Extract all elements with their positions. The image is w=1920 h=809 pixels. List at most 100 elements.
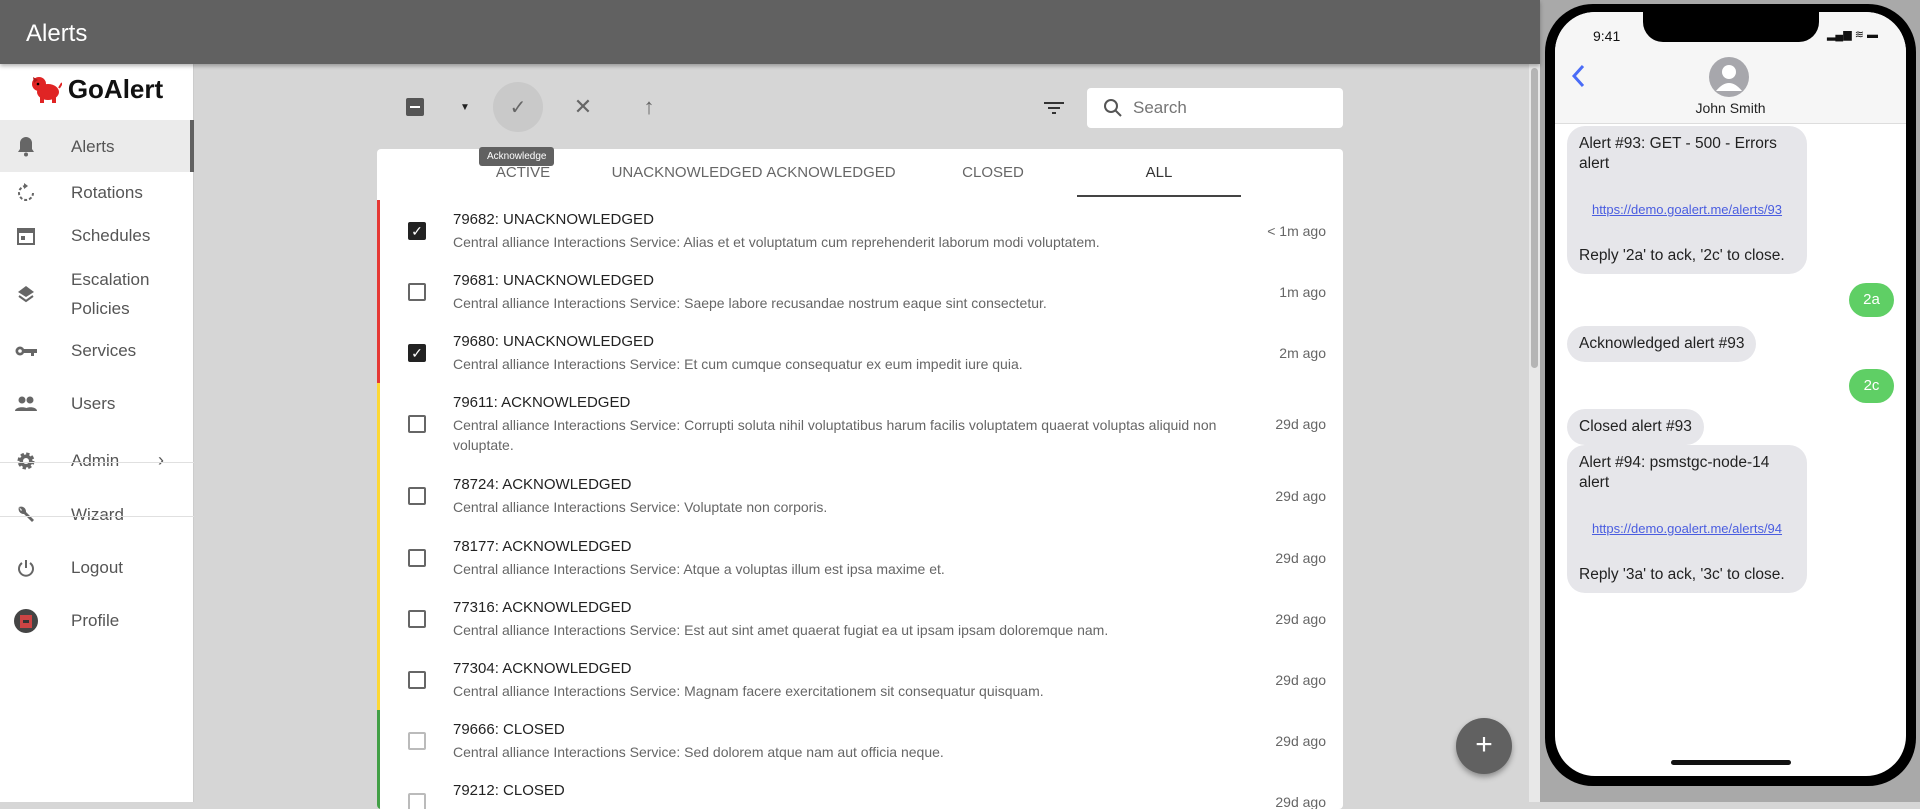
sidebar-item-schedules[interactable]: Schedules: [0, 214, 194, 257]
sidebar-item-label: Wizard: [71, 500, 124, 529]
alert-checkbox[interactable]: [408, 283, 426, 301]
alert-row[interactable]: 78724: ACKNOWLEDGEDCentral alliance Inte…: [377, 465, 1343, 527]
status-icons: ▂▄▆ ≋ ▬: [1827, 28, 1878, 41]
select-dropdown-caret-icon[interactable]: ▼: [454, 96, 476, 118]
rotate-icon: [14, 181, 38, 205]
power-icon: [14, 556, 38, 580]
search-field[interactable]: [1087, 88, 1343, 128]
phone-frame: John Smith 9:41 ▂▄▆ ≋ ▬ Alert #93: GET -…: [1545, 4, 1916, 786]
sidebar-item-profile[interactable]: Profile: [0, 599, 194, 642]
sidebar-item-services[interactable]: Services: [0, 329, 194, 372]
alert-time: 29d ago: [1275, 733, 1326, 749]
alert-link[interactable]: https://demo.goalert.me/alerts/93: [1579, 200, 1795, 220]
phone-screen: John Smith 9:41 ▂▄▆ ≋ ▬ Alert #93: GET -…: [1555, 12, 1906, 776]
acknowledge-button[interactable]: ✓: [493, 82, 543, 132]
chevron-right-icon: ›: [158, 450, 164, 471]
alert-checkbox[interactable]: [408, 487, 426, 505]
contact-avatar-icon: [1709, 57, 1749, 97]
alert-row[interactable]: 77304: ACKNOWLEDGEDCentral alliance Inte…: [377, 649, 1343, 710]
status-bar: [377, 649, 380, 710]
status-bar: [377, 261, 380, 322]
sent-message: 2c: [1849, 369, 1894, 403]
alert-title: 79666: CLOSED: [453, 721, 565, 738]
close-alerts-button[interactable]: ✕: [563, 92, 603, 122]
phone-notch: [1643, 12, 1819, 42]
alert-title: 79680: UNACKNOWLEDGED: [453, 333, 654, 350]
tab-acknowledged[interactable]: ACKNOWLEDGED: [749, 149, 913, 197]
alert-title: 79611: ACKNOWLEDGED: [453, 394, 630, 411]
tab-closed[interactable]: CLOSED: [911, 149, 1075, 197]
alert-time: 2m ago: [1279, 345, 1326, 361]
goalert-dog-logo-icon: [30, 74, 62, 104]
alert-checkbox[interactable]: [408, 549, 426, 567]
create-alert-button[interactable]: +: [1456, 718, 1512, 774]
alert-checkbox[interactable]: [408, 415, 426, 433]
sidebar-item-admin[interactable]: Admin ›: [0, 439, 194, 482]
tab-unacknowledged[interactable]: UNACKNOWLEDGED: [605, 149, 769, 197]
sidebar-item-escalation-policies[interactable]: Escalation Policies: [0, 259, 194, 329]
alert-checkbox[interactable]: ✓: [408, 222, 426, 240]
avatar-icon: [14, 609, 38, 633]
sidebar-item-label: Profile: [71, 606, 119, 635]
alert-row[interactable]: ✓79682: UNACKNOWLEDGEDCentral alliance I…: [377, 200, 1343, 261]
sidebar-item-alerts[interactable]: Alerts: [0, 120, 194, 172]
scrollbar[interactable]: [1529, 64, 1540, 802]
alert-checkbox[interactable]: [408, 793, 426, 809]
sidebar: GoAlert AlertsRotations Schedules Escalati…: [0, 64, 194, 802]
alert-description: Central alliance Interactions Service: V…: [453, 497, 1253, 517]
alert-checkbox[interactable]: [408, 671, 426, 689]
alert-checkbox[interactable]: [408, 732, 426, 750]
alert-description: Central alliance Interactions Service: E…: [453, 354, 1253, 374]
escalate-button[interactable]: ↑: [629, 92, 669, 122]
alert-description: Central alliance Interactions Service: A…: [453, 559, 1253, 579]
sidebar-item-logout[interactable]: Logout: [0, 546, 194, 589]
alert-description: Central alliance Interactions Service: E…: [453, 620, 1253, 640]
alert-checkbox[interactable]: [408, 610, 426, 628]
wrench-icon: [14, 503, 38, 527]
sidebar-item-rotations[interactable]: Rotations: [0, 171, 194, 214]
alert-row[interactable]: 77316: ACKNOWLEDGED Central alliance Inte…: [377, 588, 1343, 649]
alert-link[interactable]: https://demo.goalert.me/alerts/94: [1579, 519, 1795, 539]
message-bubble: Closed alert #93: [1567, 409, 1704, 445]
alert-row[interactable]: 79611: ACKNOWLEDGED Central alliance Inte…: [377, 383, 1343, 465]
status-bar: [377, 322, 380, 383]
tab-all[interactable]: ALL: [1077, 149, 1241, 197]
message-text: Alert #94: psmstgc-node-14 alert: [1579, 453, 1795, 493]
filter-icon[interactable]: [1040, 94, 1068, 122]
back-chevron-icon[interactable]: [1571, 64, 1585, 88]
alert-checkbox[interactable]: ✓: [408, 344, 426, 362]
message-reply-hint: Reply '3a' to ack, '3c' to close.: [1579, 565, 1795, 585]
status-bar: [377, 710, 380, 771]
sidebar-divider: [0, 462, 194, 463]
status-bar: [377, 527, 380, 588]
alert-title: 78177: ACKNOWLEDGED: [453, 538, 631, 555]
message-reply-hint: Reply '2a' to ack, '2c' to close.: [1579, 246, 1795, 266]
bell-icon: [14, 134, 38, 158]
status-time: 9:41: [1593, 28, 1620, 44]
sidebar-item-label: Escalation Policies: [71, 265, 194, 323]
alert-row[interactable]: 78177: ACKNOWLEDGED Central alliance Inte…: [377, 527, 1343, 588]
status-bar: [377, 200, 380, 261]
alert-title: 77304: ACKNOWLEDGED: [453, 660, 631, 677]
sidebar-item-label: Users: [71, 389, 115, 418]
alert-row[interactable]: 79681: UNACKNOWLEDGEDCentral alliance In…: [377, 261, 1343, 322]
contact-name: John Smith: [1555, 100, 1906, 116]
scrollbar-thumb[interactable]: [1531, 68, 1538, 368]
alert-row[interactable]: ✓ 79680: UNACKNOWLEDGED Central alliance I…: [377, 322, 1343, 383]
logo[interactable]: GoAlert: [0, 64, 193, 114]
alert-description: Central alliance Interactions Service: C…: [453, 415, 1253, 455]
sent-message: 2a: [1849, 283, 1894, 317]
alert-title: 79212: CLOSED: [453, 782, 565, 799]
alerts-card: ACTIVEUNACKNOWLEDGEDACKNOWLEDGEDCLOSEDAL…: [377, 149, 1343, 809]
sidebar-item-label: Admin: [71, 446, 119, 475]
search-input[interactable]: [1133, 98, 1313, 118]
alert-time: 29d ago: [1275, 611, 1326, 627]
status-bar: [377, 465, 380, 527]
sidebar-item-wizard[interactable]: Wizard: [0, 493, 194, 536]
alert-row[interactable]: 79212: CLOSED29d ago: [377, 771, 1343, 809]
alert-title: 77316: ACKNOWLEDGED: [453, 599, 631, 616]
sidebar-item-label: Schedules: [71, 221, 150, 250]
alert-row[interactable]: 79666: CLOSEDCentral alliance Interactio…: [377, 710, 1343, 771]
select-all-checkbox[interactable]: [404, 96, 426, 118]
sidebar-item-users[interactable]: Users: [0, 382, 194, 425]
